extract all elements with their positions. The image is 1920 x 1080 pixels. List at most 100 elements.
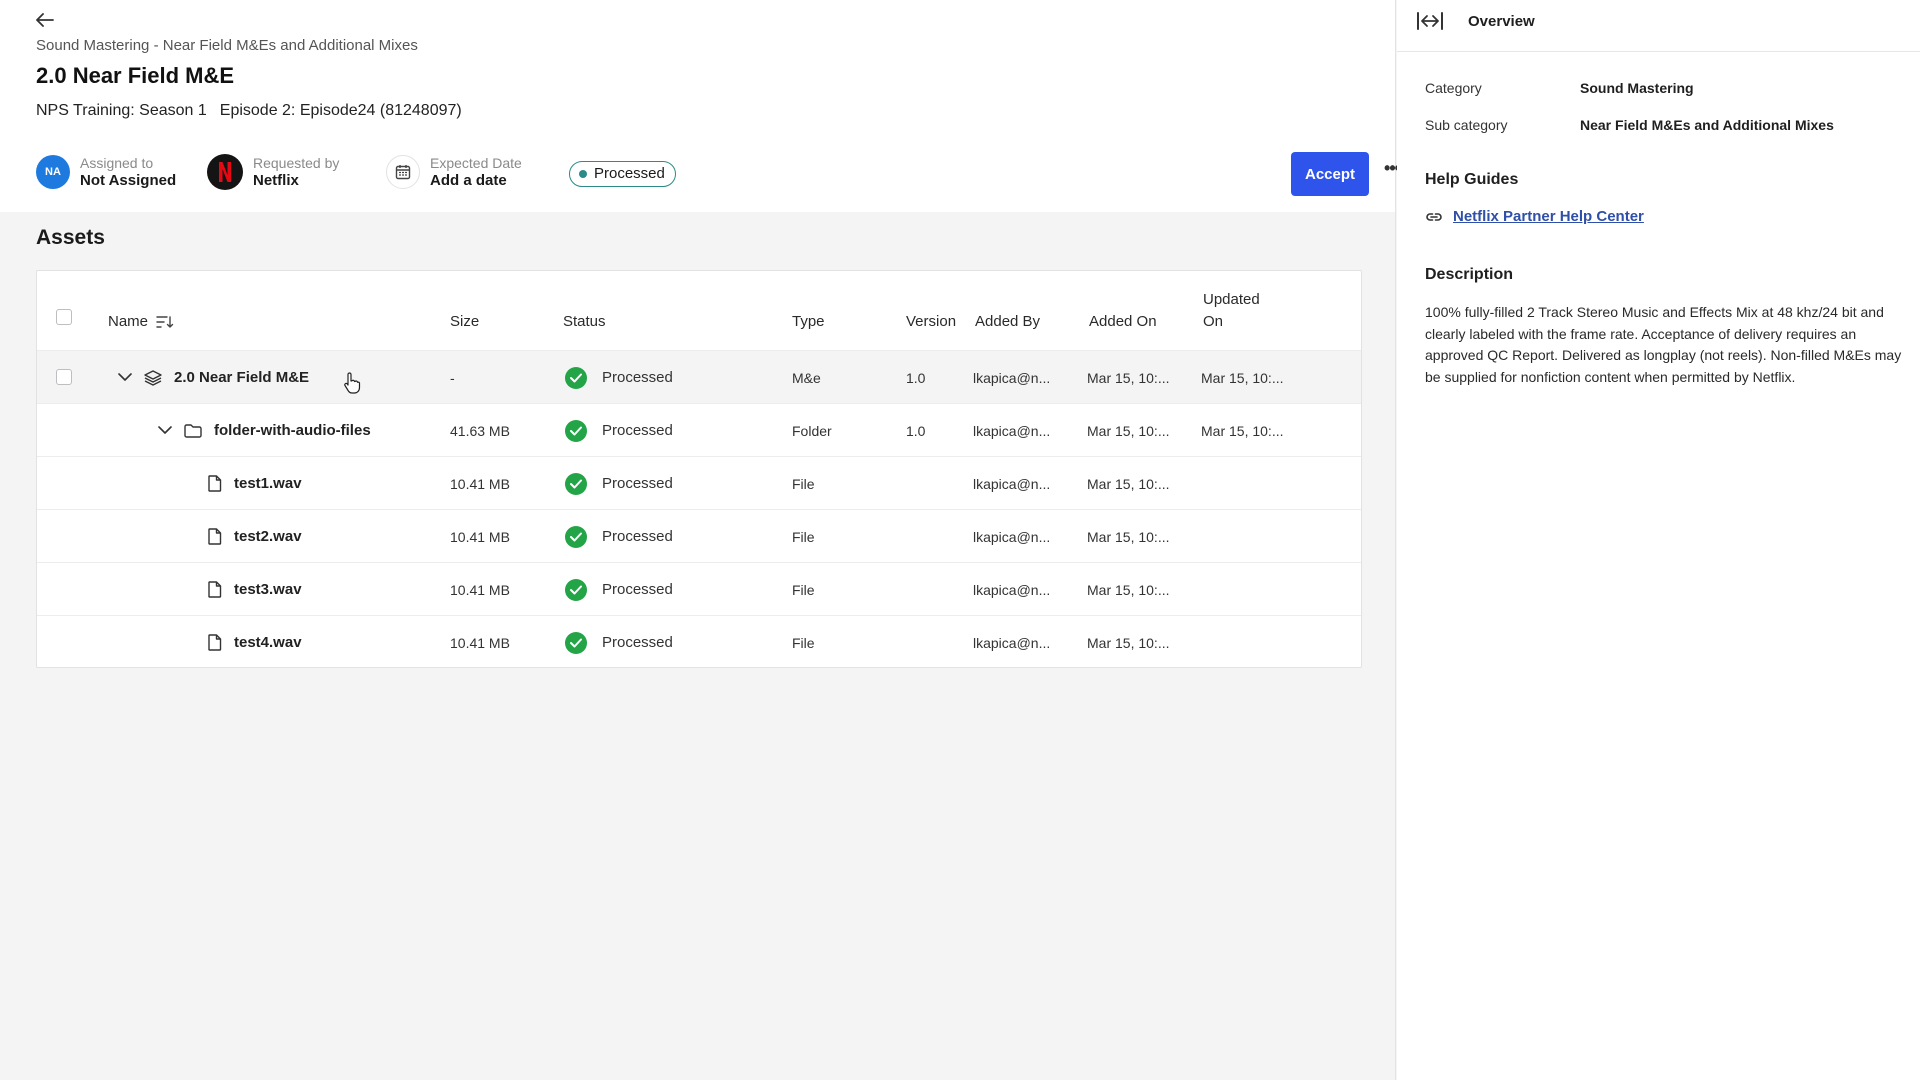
row-added-on: Mar 15, 10:...: [1087, 528, 1170, 545]
column-updated-on-line1: Updated: [1203, 291, 1260, 308]
row-status-text: Processed: [602, 634, 673, 651]
check-circle-icon: [565, 419, 587, 442]
calendar-icon: [386, 155, 420, 189]
row-name-text[interactable]: test4.wav: [234, 634, 302, 651]
check-circle-icon: [565, 578, 587, 601]
category-row: Category Sound Mastering: [1425, 80, 1694, 96]
row-status-text: Processed: [602, 581, 673, 598]
expected-date[interactable]: Expected Date Add a date: [386, 152, 522, 192]
row-type: File: [792, 634, 815, 651]
file-icon: [208, 581, 222, 598]
column-type[interactable]: Type: [792, 311, 825, 333]
table-row[interactable]: test1.wav 10.41 MB Processed File lkapic…: [37, 457, 1361, 510]
subcategory-value: Near Field M&Es and Additional Mixes: [1580, 117, 1834, 133]
requested-by-value: Netflix: [253, 172, 299, 189]
column-name-label: Name: [108, 313, 149, 330]
row-status-text: Processed: [602, 528, 673, 545]
netflix-logo-icon: [207, 154, 243, 190]
task-header: Sound Mastering - Near Field M&Es and Ad…: [0, 0, 1401, 212]
chevron-down-icon[interactable]: [158, 426, 172, 435]
file-icon: [208, 634, 222, 651]
row-name: test3.wav: [208, 563, 302, 616]
category-value: Sound Mastering: [1580, 80, 1694, 96]
row-status: Processed: [565, 457, 673, 510]
row-name: test2.wav: [208, 510, 302, 563]
collapse-panel-icon[interactable]: [1415, 10, 1445, 32]
row-name: test1.wav: [208, 457, 302, 510]
folder-icon: [184, 423, 202, 438]
add-date-link[interactable]: Add a date: [430, 172, 522, 190]
help-guides-title: Help Guides: [1425, 171, 1519, 188]
table-row[interactable]: test3.wav 10.41 MB Processed File lkapic…: [37, 563, 1361, 616]
accept-button[interactable]: Accept: [1291, 152, 1369, 196]
row-status-text: Processed: [602, 369, 673, 386]
avatar: NA: [36, 155, 70, 189]
row-added-by: lkapica@n...: [973, 528, 1051, 545]
column-name[interactable]: Name: [108, 311, 174, 333]
description-title: Description: [1425, 266, 1514, 283]
requested-by: Requested by Netflix: [207, 152, 339, 192]
category-label: Category: [1425, 80, 1482, 96]
row-version: 1.0: [906, 422, 926, 439]
row-added-by: lkapica@n...: [973, 369, 1051, 386]
row-name: 2.0 Near Field M&E: [118, 351, 309, 404]
select-all-checkbox[interactable]: [56, 309, 72, 325]
assets-table: Name Size Status Type Version Added By A…: [36, 270, 1362, 668]
mouse-cursor-icon: [343, 372, 361, 394]
chevron-down-icon[interactable]: [118, 373, 132, 382]
row-updated-on: Mar 15, 10:...: [1201, 369, 1284, 386]
file-icon: [208, 528, 222, 545]
table-row[interactable]: 2.0 Near Field M&E - Processed M&e 1.0 l…: [37, 351, 1361, 404]
check-circle-icon: [565, 631, 587, 654]
column-version[interactable]: Version: [906, 311, 956, 333]
row-type: File: [792, 475, 815, 492]
row-name-text[interactable]: test2.wav: [234, 528, 302, 545]
row-name-text[interactable]: test3.wav: [234, 581, 302, 598]
expected-date-label: Expected Date: [430, 155, 522, 171]
table-row[interactable]: test4.wav 10.41 MB Processed File lkapic…: [37, 616, 1361, 669]
row-added-on: Mar 15, 10:...: [1087, 422, 1170, 439]
assigned-to[interactable]: NA Assigned to Not Assigned: [36, 152, 176, 192]
column-added-on[interactable]: Added On: [1089, 311, 1157, 333]
episode-subtitle: NPS Training: Season 1 Episode 2: Episode…: [36, 102, 462, 120]
column-added-by[interactable]: Added By: [975, 311, 1040, 333]
row-size: 10.41 MB: [450, 528, 510, 545]
row-added-by: lkapica@n...: [973, 422, 1051, 439]
check-circle-icon: [565, 472, 587, 495]
column-status[interactable]: Status: [563, 311, 606, 333]
row-size: -: [450, 369, 455, 386]
description-text: 100% fully-filled 2 Track Stereo Music a…: [1425, 304, 1902, 385]
row-added-by: lkapica@n...: [973, 581, 1051, 598]
assets-title: Assets: [36, 226, 105, 249]
row-added-on: Mar 15, 10:...: [1087, 475, 1170, 492]
row-updated-on: Mar 15, 10:...: [1201, 422, 1284, 439]
assigned-to-value: Not Assigned: [80, 172, 177, 189]
netflix-help-center-link[interactable]: Netflix Partner Help Center: [1453, 208, 1644, 225]
row-name-text[interactable]: test1.wav: [234, 475, 302, 492]
layers-icon: [144, 369, 162, 386]
row-added-on: Mar 15, 10:...: [1087, 634, 1170, 651]
column-size[interactable]: Size: [450, 311, 479, 333]
row-status: Processed: [565, 563, 673, 616]
row-name-text[interactable]: folder-with-audio-files: [214, 422, 371, 439]
main-content: Sound Mastering - Near Field M&Es and Ad…: [0, 0, 1401, 1080]
table-row[interactable]: test2.wav 10.41 MB Processed File lkapic…: [37, 510, 1361, 563]
row-name: folder-with-audio-files: [158, 404, 371, 457]
table-row[interactable]: folder-with-audio-files 41.63 MB Process…: [37, 404, 1361, 457]
column-updated-on-line2: On: [1203, 313, 1224, 330]
row-size: 10.41 MB: [450, 475, 510, 492]
row-added-by: lkapica@n...: [973, 634, 1051, 651]
column-updated-on[interactable]: Updated On: [1203, 289, 1260, 333]
sort-icon[interactable]: [156, 315, 174, 329]
row-size: 41.63 MB: [450, 422, 510, 439]
overview-title: Overview: [1468, 13, 1535, 30]
overview-header: Overview: [1397, 0, 1920, 52]
row-name-text[interactable]: 2.0 Near Field M&E: [174, 369, 309, 386]
requested-by-label: Requested by: [253, 155, 340, 171]
row-checkbox[interactable]: [56, 369, 72, 385]
back-arrow-icon[interactable]: [34, 10, 56, 30]
status-badge: Processed: [569, 161, 676, 187]
row-type: Folder: [792, 422, 832, 439]
row-status: Processed: [565, 351, 673, 404]
row-status: Processed: [565, 510, 673, 563]
